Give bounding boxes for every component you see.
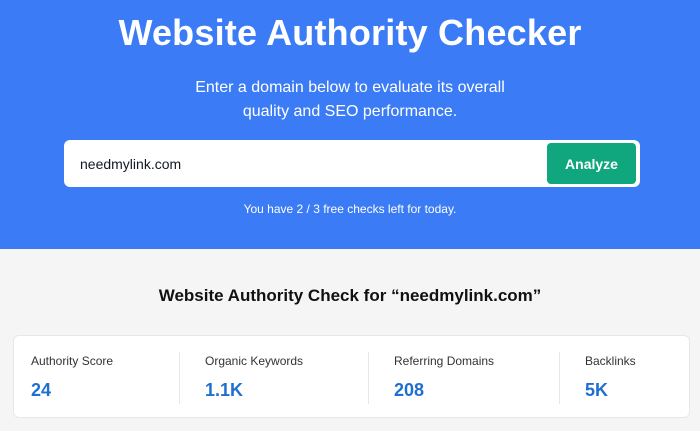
metric-value: 5K	[585, 380, 609, 400]
metric-authority-score: Authority Score 24	[14, 336, 179, 417]
free-checks-note: You have 2 / 3 free checks left for toda…	[243, 202, 457, 216]
page-title: Website Authority Checker	[118, 12, 582, 53]
metrics-card: Authority Score 24 Organic Keywords 1.1K…	[13, 335, 690, 418]
domain-input[interactable]	[64, 140, 534, 187]
metric-value: 24	[31, 380, 52, 400]
metric-backlinks: Backlinks 5K	[560, 336, 690, 417]
metric-value: 208	[394, 380, 425, 400]
metric-value: 1.1K	[205, 380, 244, 400]
metric-label: Referring Domains	[394, 354, 495, 368]
subtitle-line-2: quality and SEO performance.	[242, 103, 458, 120]
analyze-button[interactable]: Analyze	[547, 143, 636, 184]
domain-search-box: Analyze	[64, 140, 640, 187]
metric-label: Organic Keywords	[205, 354, 304, 368]
hero-subtitle: Enter a domain below to evaluate its ove…	[0, 76, 700, 124]
metric-referring-domains: Referring Domains 208	[369, 336, 559, 417]
hero-section: Website Authority Checker Enter a domain…	[0, 0, 700, 249]
subtitle-line-1: Enter a domain below to evaluate its ove…	[195, 79, 505, 96]
metric-organic-keywords: Organic Keywords 1.1K	[180, 336, 368, 417]
metric-label: Authority Score	[31, 354, 114, 368]
metric-label: Backlinks	[585, 354, 636, 368]
results-title: Website Authority Check for “needmylink.…	[158, 286, 542, 305]
